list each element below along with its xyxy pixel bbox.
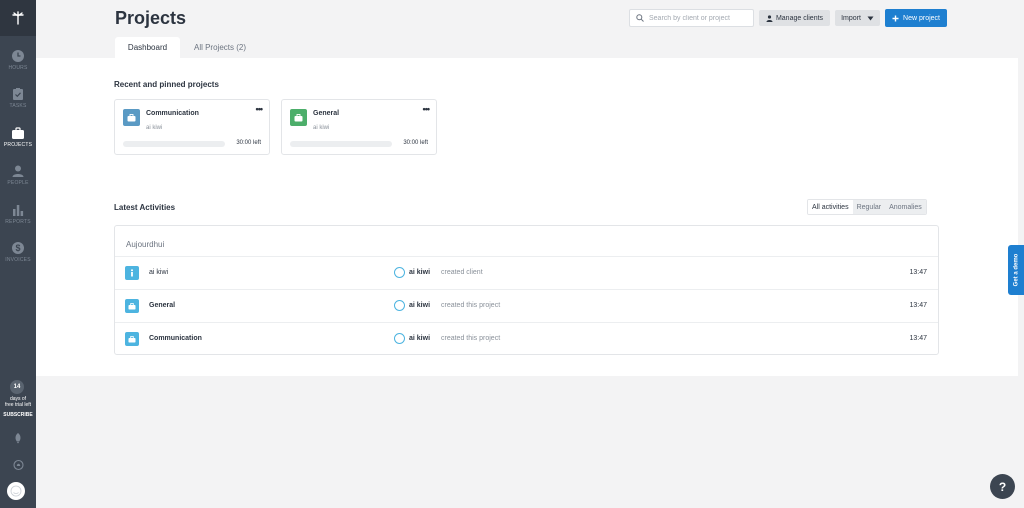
project-time-left: 30:00 left bbox=[403, 140, 428, 146]
caret-down-icon bbox=[867, 16, 874, 20]
filter-regular[interactable]: Regular bbox=[852, 200, 886, 214]
user-avatar-icon bbox=[394, 333, 405, 344]
import-label: Import bbox=[841, 14, 861, 22]
app-logo[interactable] bbox=[0, 0, 36, 36]
briefcase-icon bbox=[294, 113, 303, 121]
help-button[interactable]: ? bbox=[990, 474, 1015, 499]
import-dropdown[interactable]: Import bbox=[835, 10, 880, 26]
sidebar-item-people[interactable]: PEOPLE bbox=[0, 164, 36, 198]
more-options-icon[interactable]: ••• bbox=[256, 104, 264, 114]
logo-icon bbox=[12, 11, 24, 25]
activity-row[interactable]: General ai kiwi created this project 13:… bbox=[115, 289, 938, 322]
get-demo-label: Get a demo bbox=[1013, 253, 1019, 287]
manage-clients-label: Manage clients bbox=[775, 14, 824, 22]
plus-icon bbox=[892, 15, 899, 21]
project-progress-bar bbox=[123, 141, 225, 147]
project-card-communication[interactable]: Communication ai kiwi ••• 30:00 left bbox=[114, 99, 270, 155]
activity-action: created this project bbox=[441, 302, 501, 309]
user-avatar-icon bbox=[394, 300, 405, 311]
tab-all-projects[interactable]: All Projects (2) bbox=[182, 37, 258, 58]
project-color-badge bbox=[123, 109, 140, 126]
search-input[interactable] bbox=[649, 14, 749, 22]
sidebar-item-invoices[interactable]: $ INVOICES bbox=[0, 241, 36, 275]
recent-projects-title: Recent and pinned projects bbox=[114, 80, 219, 89]
activity-subject: ai kiwi bbox=[149, 269, 169, 276]
day-header: Aujourdhui bbox=[126, 240, 165, 249]
avatar-icon bbox=[10, 485, 22, 497]
briefcase-icon bbox=[12, 127, 24, 139]
activity-user: ai kiwi bbox=[409, 335, 431, 342]
project-client: ai kiwi bbox=[146, 125, 163, 131]
project-progress-bar bbox=[290, 141, 392, 147]
trial-days-badge: 14 bbox=[10, 380, 24, 394]
activity-time: 13:47 bbox=[909, 302, 927, 309]
activity-action: created this project bbox=[441, 335, 501, 342]
get-demo-button[interactable]: Get a demo bbox=[1008, 245, 1024, 295]
search-icon bbox=[636, 14, 644, 22]
project-time-left: 30:00 left bbox=[236, 140, 261, 146]
sidebar-item-label: TASKS bbox=[9, 103, 27, 109]
activity-action: created client bbox=[441, 269, 483, 276]
page-title: Projects bbox=[115, 8, 187, 28]
sidebar-item-label: INVOICES bbox=[5, 257, 31, 263]
bell-icon[interactable] bbox=[10, 457, 26, 473]
activity-user: ai kiwi bbox=[409, 269, 431, 276]
activity-row[interactable]: ai kiwi ai kiwi created client 13:47 bbox=[115, 256, 938, 289]
project-name: Communication bbox=[146, 110, 199, 117]
briefcase-icon bbox=[127, 113, 136, 121]
project-name: General bbox=[313, 110, 340, 117]
tab-dashboard[interactable]: Dashboard bbox=[115, 37, 180, 58]
filter-all-activities[interactable]: All activities bbox=[808, 200, 853, 214]
sidebar-item-reports[interactable]: REPORTS bbox=[0, 203, 36, 237]
activity-time: 13:47 bbox=[909, 269, 927, 276]
trial-text-line2: free trial left bbox=[4, 402, 32, 408]
person-icon bbox=[12, 165, 24, 177]
subscribe-link[interactable]: SUBSCRIBE bbox=[0, 412, 36, 418]
sidebar: HOURS TASKS PROJECTS PEOPLE REPORTS $ IN… bbox=[0, 0, 36, 508]
activity-filter-group: All activities Regular Anomalies bbox=[807, 199, 927, 215]
project-card-general[interactable]: General ai kiwi ••• 30:00 left bbox=[281, 99, 437, 155]
briefcase-icon bbox=[125, 299, 139, 313]
info-icon bbox=[125, 266, 139, 280]
activity-row[interactable]: Communication ai kiwi created this proje… bbox=[115, 322, 938, 355]
trial-text: days of free trial left bbox=[0, 396, 36, 408]
sidebar-item-label: HOURS bbox=[8, 65, 28, 71]
person-icon bbox=[766, 14, 773, 22]
search-box[interactable] bbox=[629, 9, 754, 27]
activity-user: ai kiwi bbox=[409, 302, 431, 309]
activity-list: Aujourdhui ai kiwi ai kiwi created clien… bbox=[114, 225, 939, 355]
sidebar-item-label: PEOPLE bbox=[7, 180, 29, 186]
activity-subject: Communication bbox=[149, 335, 202, 342]
manage-clients-button[interactable]: Manage clients bbox=[759, 10, 830, 26]
project-client: ai kiwi bbox=[313, 125, 330, 131]
new-project-button[interactable]: New project bbox=[885, 9, 947, 27]
user-avatar-icon bbox=[394, 267, 405, 278]
scrollbar[interactable] bbox=[1018, 58, 1024, 376]
clipboard-icon bbox=[13, 88, 23, 100]
sidebar-item-tasks[interactable]: TASKS bbox=[0, 87, 36, 121]
latest-activities-title: Latest Activities bbox=[114, 203, 176, 212]
briefcase-icon bbox=[125, 332, 139, 346]
bar-chart-icon bbox=[13, 205, 24, 216]
svg-text:$: $ bbox=[15, 243, 20, 253]
new-project-label: New project bbox=[903, 14, 940, 22]
filter-anomalies[interactable]: Anomalies bbox=[885, 200, 926, 214]
sidebar-item-projects[interactable]: PROJECTS bbox=[0, 126, 36, 160]
activity-subject: General bbox=[149, 302, 176, 309]
dollar-icon: $ bbox=[12, 242, 24, 254]
user-avatar[interactable] bbox=[7, 482, 25, 500]
sidebar-item-label: PROJECTS bbox=[3, 142, 33, 148]
rocket-icon[interactable] bbox=[10, 430, 26, 446]
sidebar-item-hours[interactable]: HOURS bbox=[0, 49, 36, 83]
more-options-icon[interactable]: ••• bbox=[423, 104, 431, 114]
clock-icon bbox=[12, 50, 24, 62]
project-color-badge bbox=[290, 109, 307, 126]
activity-time: 13:47 bbox=[909, 335, 927, 342]
sidebar-item-label: REPORTS bbox=[5, 219, 31, 225]
